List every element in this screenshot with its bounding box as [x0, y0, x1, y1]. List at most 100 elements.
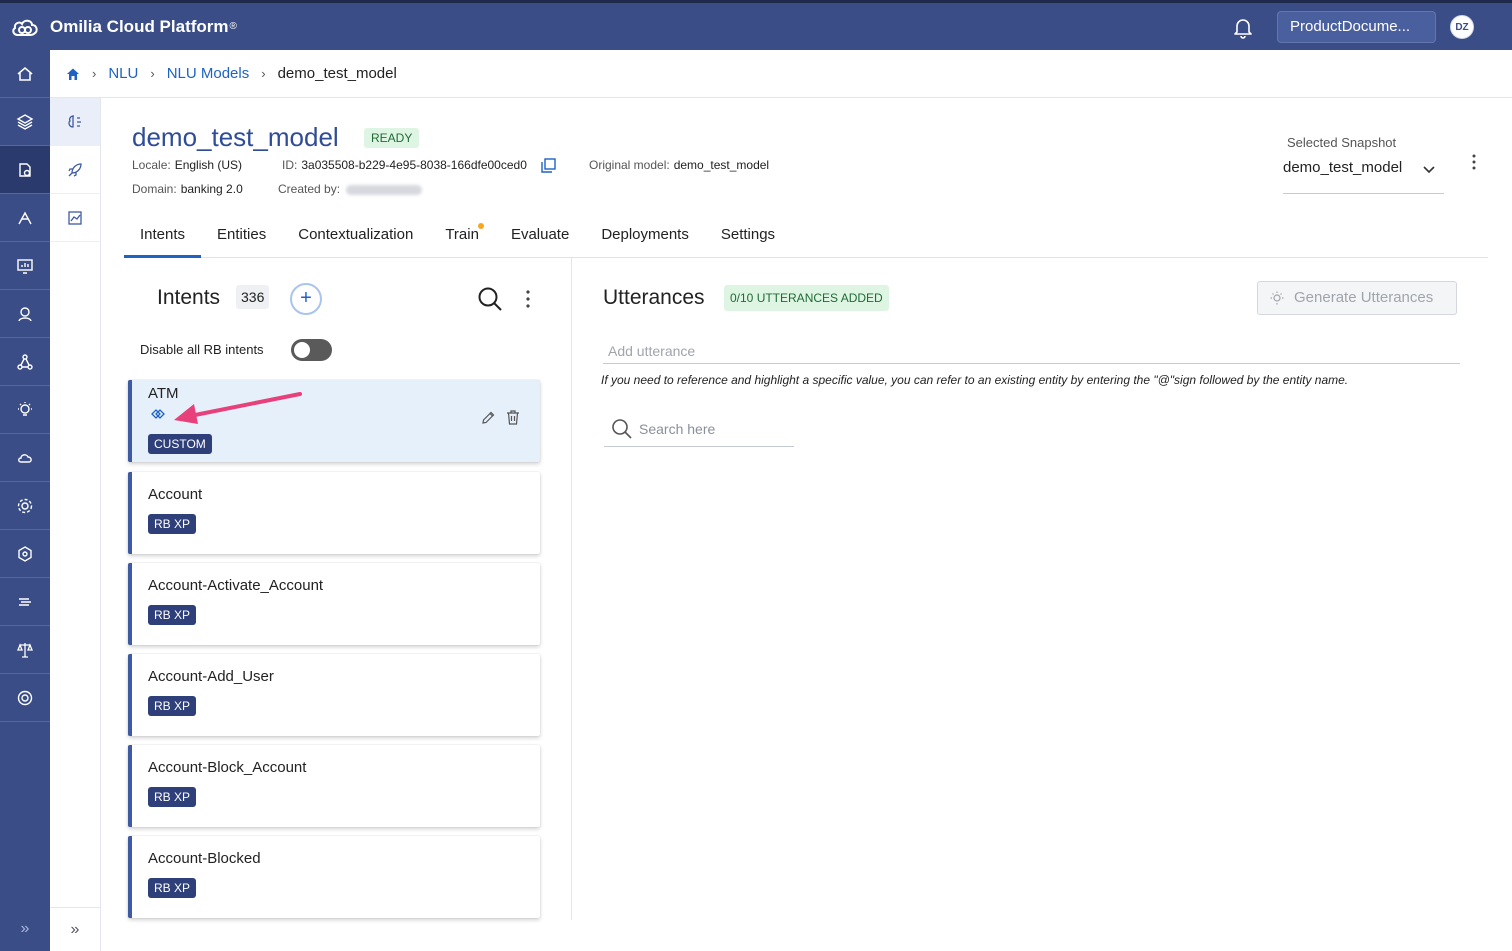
chevron-right-icon: › [261, 66, 266, 81]
intent-card[interactable]: Account-Block_Account RB XP [128, 745, 540, 827]
add-intent-button[interactable]: + [290, 283, 322, 315]
tab-settings[interactable]: Settings [705, 214, 791, 258]
cloud-icon [18, 453, 32, 463]
nav-reports[interactable] [0, 242, 50, 290]
id-value: 3a035508-b229-4e95-8038-166dfe00ced0 [301, 158, 527, 172]
id-label: ID: [282, 158, 298, 172]
nav-settings[interactable] [0, 482, 50, 530]
nav-cloud[interactable] [0, 434, 50, 482]
lifebuoy-icon [17, 690, 33, 705]
intent-name: Account-Activate_Account [148, 577, 324, 594]
intents-heading: Intents [157, 286, 221, 309]
snapshot-select[interactable]: demo_test_model [1283, 156, 1444, 194]
tab-entities[interactable]: Entities [201, 214, 282, 258]
utterances-count-badge: 0/10 UTTERANCES ADDED [724, 285, 889, 311]
intent-tag: RB XP [148, 696, 197, 716]
flow-icon [19, 597, 31, 606]
search-icon[interactable] [476, 285, 504, 313]
nav-support[interactable] [0, 674, 50, 722]
brain-icon [68, 114, 81, 128]
more-options-icon[interactable] [520, 288, 536, 310]
created-by-label: Created by: [278, 182, 341, 196]
rail-expand-icon[interactable]: » [0, 907, 50, 951]
trash-icon[interactable] [505, 409, 521, 426]
domain-meta: Domain: banking 2.0 [132, 182, 243, 196]
subnav-models[interactable] [50, 98, 100, 146]
subnav-reports[interactable] [50, 194, 100, 242]
status-badge: READY [364, 128, 420, 148]
disable-rb-intents-label: Disable all RB intents [140, 342, 264, 357]
breadcrumb-nlu-models[interactable]: NLU Models [167, 65, 250, 82]
snapshot-value: demo_test_model [1283, 159, 1403, 176]
analytics-icon [18, 211, 32, 224]
nav-analytics[interactable] [0, 194, 50, 242]
tab-contextualization[interactable]: Contextualization [282, 214, 429, 258]
chevron-down-icon [1423, 166, 1435, 174]
intent-name: Account-Blocked [148, 850, 261, 867]
top-bar: Omilia Cloud Platform ® ProductDocume...… [0, 0, 1512, 50]
domain-value: banking 2.0 [180, 182, 243, 196]
brand[interactable]: Omilia Cloud Platform ® [10, 3, 237, 50]
tab-evaluate[interactable]: Evaluate [495, 214, 585, 258]
intent-tag: RB XP [148, 878, 197, 898]
nav-agents[interactable] [0, 290, 50, 338]
account-switcher-button[interactable]: ProductDocume... [1277, 11, 1436, 43]
tab-deployments[interactable]: Deployments [585, 214, 705, 258]
chevron-right-icon: › [92, 66, 97, 81]
subnav-deploy[interactable] [50, 146, 100, 194]
utterance-search-input[interactable] [639, 417, 789, 441]
bell-icon[interactable] [1231, 15, 1255, 39]
breadcrumb-nlu[interactable]: NLU [108, 65, 138, 82]
more-options-icon[interactable] [1465, 152, 1483, 172]
utterances-heading: Utterances [603, 286, 705, 309]
nav-nlu[interactable] [0, 146, 50, 194]
subnav-expand-icon[interactable]: » [50, 907, 100, 951]
nlu-icon [19, 162, 31, 177]
intent-card[interactable]: Account-Blocked RB XP [128, 836, 540, 918]
home-icon[interactable] [66, 67, 80, 81]
nav-layers[interactable] [0, 98, 50, 146]
cloud-logo-icon [12, 19, 38, 36]
tab-train[interactable]: Train [429, 214, 495, 258]
disable-rb-intents-toggle[interactable] [291, 339, 332, 361]
original-model-label: Original model: [589, 158, 670, 172]
utterance-search [604, 412, 794, 447]
add-utterance-input[interactable] [603, 338, 1460, 364]
chart-card-icon [68, 210, 82, 225]
generate-utterances-button[interactable]: Generate Utterances [1257, 281, 1457, 315]
intent-card[interactable]: Account-Add_User RB XP [128, 654, 540, 736]
intent-name: Account [148, 486, 203, 503]
tab-intents[interactable]: Intents [124, 214, 202, 258]
copy-icon[interactable] [541, 158, 556, 173]
locale-label: Locale: [132, 158, 171, 172]
lightbulb-icon [1270, 291, 1284, 305]
brand-name: Omilia Cloud Platform [50, 16, 229, 36]
nav-network[interactable] [0, 338, 50, 386]
tab-train-label: Train [445, 226, 479, 243]
nav-flows[interactable] [0, 578, 50, 626]
nlu-subnav: » [50, 98, 101, 951]
hexagon-icon [18, 545, 32, 562]
model-tabs: Intents Entities Contextualization Train… [124, 214, 1488, 258]
intent-tag: RB XP [148, 514, 197, 534]
page-title: demo_test_model [132, 122, 339, 152]
intent-card[interactable]: ATM CUSTOM [128, 380, 540, 462]
registered-mark: ® [229, 21, 237, 32]
intent-card[interactable]: Account RB XP [128, 472, 540, 554]
intent-name: Account-Block_Account [148, 759, 307, 776]
redacted-creator [346, 184, 423, 195]
search-icon [612, 419, 632, 439]
locale-meta: Locale: English (US) [132, 158, 242, 172]
layers-icon [16, 113, 34, 130]
breadcrumb: › NLU › NLU Models › demo_test_model [50, 50, 1512, 98]
intent-card[interactable]: Account-Activate_Account RB XP [128, 563, 540, 645]
nav-legal[interactable] [0, 626, 50, 674]
intent-tag: CUSTOM [148, 434, 212, 454]
created-by-meta: Created by: [278, 182, 423, 196]
intents-panel: Intents 336 + Disable all RB intents ATM… [124, 258, 572, 920]
nav-integrations[interactable] [0, 530, 50, 578]
pencil-icon[interactable] [480, 410, 496, 426]
nav-home[interactable] [0, 50, 50, 98]
nav-insights[interactable] [0, 386, 50, 434]
avatar[interactable]: DZ [1450, 15, 1474, 39]
